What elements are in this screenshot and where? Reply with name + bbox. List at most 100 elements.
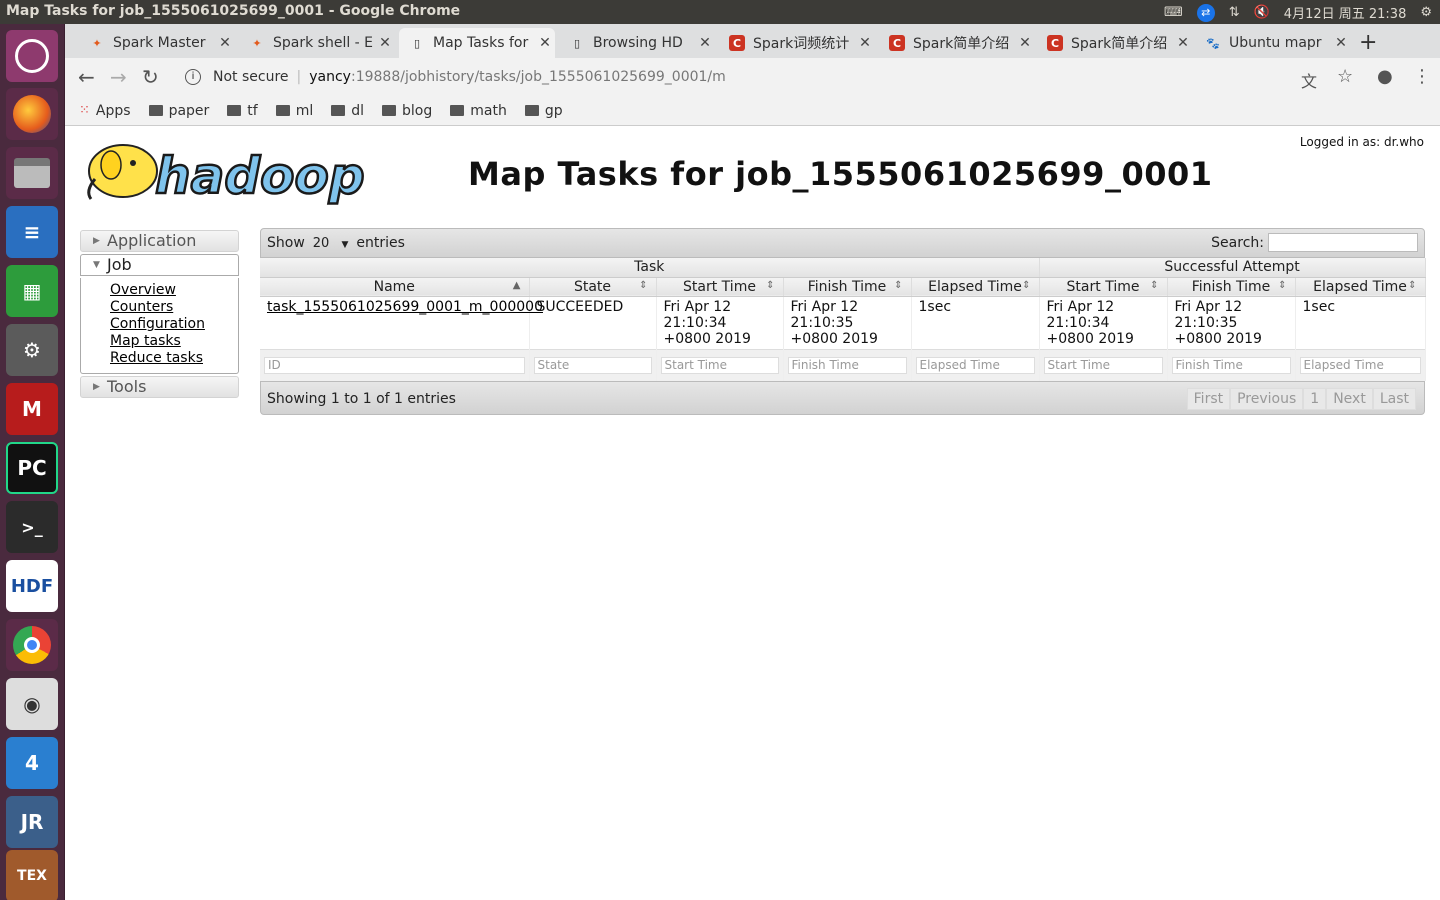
- filter-finish-time-input[interactable]: Finish Time: [787, 356, 907, 374]
- col-header-attempt-elapsed-time[interactable]: Elapsed Time ⇕: [1295, 277, 1426, 297]
- close-tab-icon[interactable]: ✕: [1331, 35, 1351, 51]
- filter-attempt-start-time-input[interactable]: Start Time: [1043, 356, 1163, 374]
- search-input[interactable]: [1268, 233, 1418, 252]
- keyboard-icon[interactable]: ⌨: [1164, 5, 1183, 20]
- back-arrow-icon[interactable]: ←: [78, 65, 95, 89]
- link-configuration[interactable]: Configuration: [110, 316, 238, 333]
- system-settings-icon[interactable]: ⚙: [6, 324, 58, 376]
- folder-icon: [331, 105, 346, 116]
- camera-icon[interactable]: ◉: [6, 678, 58, 730]
- sidebar-nav: ▶ Application ▼ Job Overview Counters Conf…: [80, 230, 239, 400]
- clock[interactable]: 4月12日 周五 21:38: [1284, 3, 1407, 22]
- texstudio-icon[interactable]: TEX: [6, 850, 58, 900]
- task-link[interactable]: task_1555061025699_0001_m_000000: [267, 299, 543, 315]
- address-bar[interactable]: i Not secure | yancy:19888/jobhistory/ta…: [171, 61, 1291, 93]
- menu-kebab-icon[interactable]: ⋮: [1413, 66, 1431, 87]
- tab-spark-intro-1[interactable]: C Spark简单介绍 ✕: [879, 28, 1035, 58]
- pager-next-button[interactable]: Next: [1326, 387, 1373, 410]
- profile-icon[interactable]: ●: [1377, 66, 1393, 87]
- tab-spark-wordcount[interactable]: C Spark词频统计 ✕: [719, 28, 875, 58]
- link-map-tasks[interactable]: Map tasks: [110, 333, 238, 350]
- terminal-icon[interactable]: >_: [6, 501, 58, 553]
- page-length-select[interactable]: 20 ▼: [311, 236, 351, 251]
- bookmark-blog[interactable]: blog: [382, 103, 432, 119]
- close-tab-icon[interactable]: ✕: [375, 35, 395, 51]
- jabref-icon[interactable]: JR: [6, 796, 58, 848]
- collapsed-triangle-icon: ▶: [93, 236, 100, 246]
- files-icon[interactable]: [6, 147, 58, 199]
- close-tab-icon[interactable]: ✕: [215, 35, 235, 51]
- close-tab-icon[interactable]: ✕: [855, 35, 875, 51]
- sidebar-tools[interactable]: ▶ Tools: [80, 376, 239, 398]
- page-content: Logged in as: dr.who hadoop Map Tasks fo…: [65, 127, 1440, 900]
- bookmark-dl[interactable]: dl: [331, 103, 364, 119]
- filter-state-input[interactable]: State: [533, 356, 652, 374]
- tab-spark-master[interactable]: ✦ Spark Master ✕: [79, 28, 235, 58]
- col-header-state[interactable]: State ⇕: [529, 277, 657, 297]
- sort-both-icon: ⇕: [894, 279, 903, 291]
- bookmark-paper[interactable]: paper: [148, 103, 209, 119]
- bookmark-math[interactable]: math: [450, 103, 507, 119]
- filter-row: ID State Start Time Finish Time Elapsed …: [260, 348, 1426, 381]
- sort-both-icon: ⇕: [1278, 279, 1287, 291]
- link-overview[interactable]: Overview: [110, 282, 238, 299]
- select-arrow-icon: ▼: [341, 239, 349, 250]
- col-header-elapsed-time[interactable]: Elapsed Time ⇕: [911, 277, 1040, 297]
- forward-arrow-icon[interactable]: →: [110, 65, 127, 89]
- settings-gear-icon[interactable]: ⚙: [1420, 5, 1432, 20]
- tab-map-tasks[interactable]: ▯ Map Tasks for ✕: [399, 28, 555, 58]
- tab-spark-intro-2[interactable]: C Spark简单介绍 ✕: [1037, 28, 1193, 58]
- col-header-start-time[interactable]: Start Time ⇕: [656, 277, 784, 297]
- hadoop-logo[interactable]: hadoop: [81, 135, 381, 211]
- link-counters[interactable]: Counters: [110, 299, 238, 316]
- col-header-attempt-finish-time[interactable]: Finish Time ⇕: [1167, 277, 1296, 297]
- pager-last-button[interactable]: Last: [1372, 387, 1416, 410]
- bookmark-star-icon[interactable]: ☆: [1337, 66, 1353, 87]
- bookmark-apps[interactable]: ⁙ Apps: [79, 103, 131, 119]
- link-reduce-tasks[interactable]: Reduce tasks: [110, 350, 238, 367]
- close-tab-icon[interactable]: ✕: [695, 35, 715, 51]
- ubuntu-dash-icon[interactable]: [6, 30, 58, 82]
- pager-first-button[interactable]: First: [1186, 387, 1231, 410]
- address-separator: |: [296, 69, 302, 85]
- hdfview-icon[interactable]: HDF: [6, 560, 58, 612]
- close-tab-icon[interactable]: ✕: [535, 35, 555, 51]
- col-header-attempt-start-time[interactable]: Start Time ⇕: [1039, 277, 1168, 297]
- pager-previous-button[interactable]: Previous: [1230, 387, 1304, 410]
- info-icon[interactable]: i: [185, 69, 201, 85]
- close-tab-icon[interactable]: ✕: [1173, 35, 1193, 51]
- csdn-icon: C: [729, 35, 745, 51]
- tab-ubuntu-mapreduce[interactable]: 🐾 Ubuntu mapr ✕: [1195, 28, 1351, 58]
- bookmark-ml[interactable]: ml: [275, 103, 313, 119]
- sidebar-application[interactable]: ▶ Application: [80, 230, 239, 252]
- firefox-icon[interactable]: [6, 88, 58, 140]
- reload-icon[interactable]: ↻: [142, 65, 159, 89]
- pycharm-icon[interactable]: PC: [6, 442, 58, 494]
- teamviewer-icon[interactable]: ⇄: [1196, 3, 1215, 22]
- close-tab-icon[interactable]: ✕: [1015, 35, 1035, 51]
- filter-attempt-finish-time-input[interactable]: Finish Time: [1171, 356, 1291, 374]
- col-header-finish-time[interactable]: Finish Time ⇕: [783, 277, 912, 297]
- volume-muted-icon[interactable]: 🔇: [1254, 5, 1270, 20]
- bookmark-tf[interactable]: tf: [227, 103, 258, 119]
- csdn-icon: C: [889, 35, 905, 51]
- new-tab-button[interactable]: +: [1359, 30, 1377, 55]
- writer-icon[interactable]: ≡: [6, 206, 58, 258]
- app-icon[interactable]: 4: [6, 737, 58, 789]
- col-header-name[interactable]: Name ▲: [260, 277, 530, 297]
- pager-page-1-button[interactable]: 1: [1303, 387, 1327, 410]
- filter-attempt-elapsed-time-input[interactable]: Elapsed Time: [1299, 356, 1421, 374]
- filter-elapsed-time-input[interactable]: Elapsed Time: [915, 356, 1035, 374]
- network-icon[interactable]: ⇅: [1229, 5, 1240, 20]
- chrome-icon[interactable]: [6, 619, 58, 671]
- filter-id-input[interactable]: ID: [264, 356, 525, 374]
- tab-browsing-hdfs[interactable]: ▯ Browsing HD ✕: [559, 28, 715, 58]
- mendeley-icon[interactable]: M: [6, 383, 58, 435]
- filter-start-time-input[interactable]: Start Time: [660, 356, 779, 374]
- calc-icon[interactable]: ▦: [6, 265, 58, 317]
- tab-spark-shell[interactable]: ✦ Spark shell - E ✕: [239, 28, 395, 58]
- tab-strip: ✦ Spark Master ✕ ✦ Spark shell - E ✕ ▯ Map Ta…: [65, 24, 1440, 58]
- sidebar-job[interactable]: ▼ Job: [80, 254, 239, 276]
- translate-icon[interactable]: 文: [1301, 68, 1317, 92]
- bookmark-gp[interactable]: gp: [524, 103, 563, 119]
